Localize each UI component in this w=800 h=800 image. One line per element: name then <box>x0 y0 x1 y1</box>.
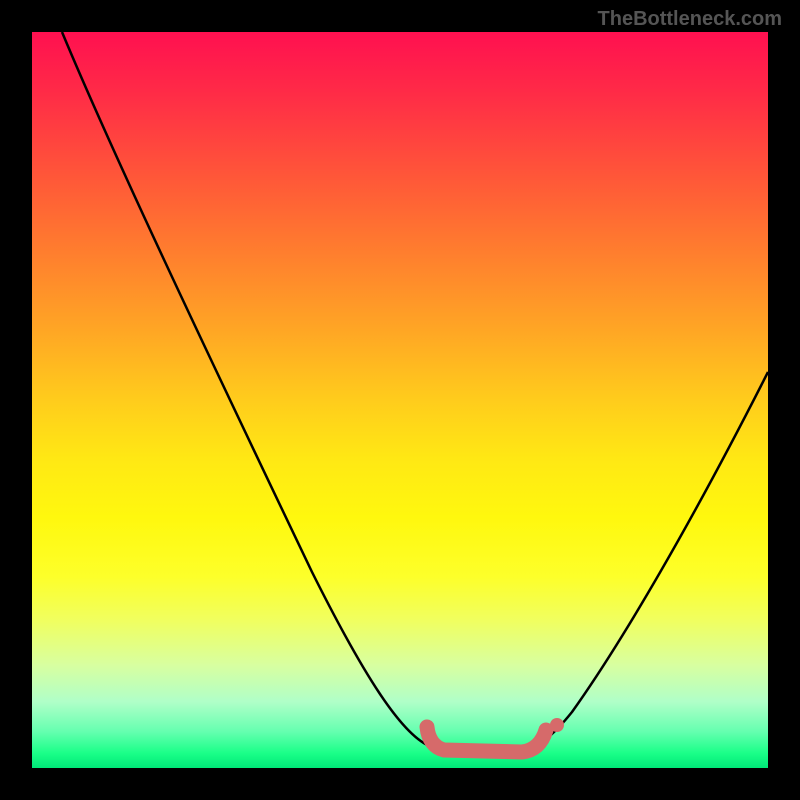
optimal-region-dot <box>550 718 564 732</box>
bottleneck-curve-path <box>62 32 768 752</box>
optimal-region-marker <box>427 727 546 752</box>
attribution-text: TheBottleneck.com <box>598 8 782 31</box>
chart-plot-area <box>32 32 768 768</box>
chart-svg <box>32 32 768 768</box>
